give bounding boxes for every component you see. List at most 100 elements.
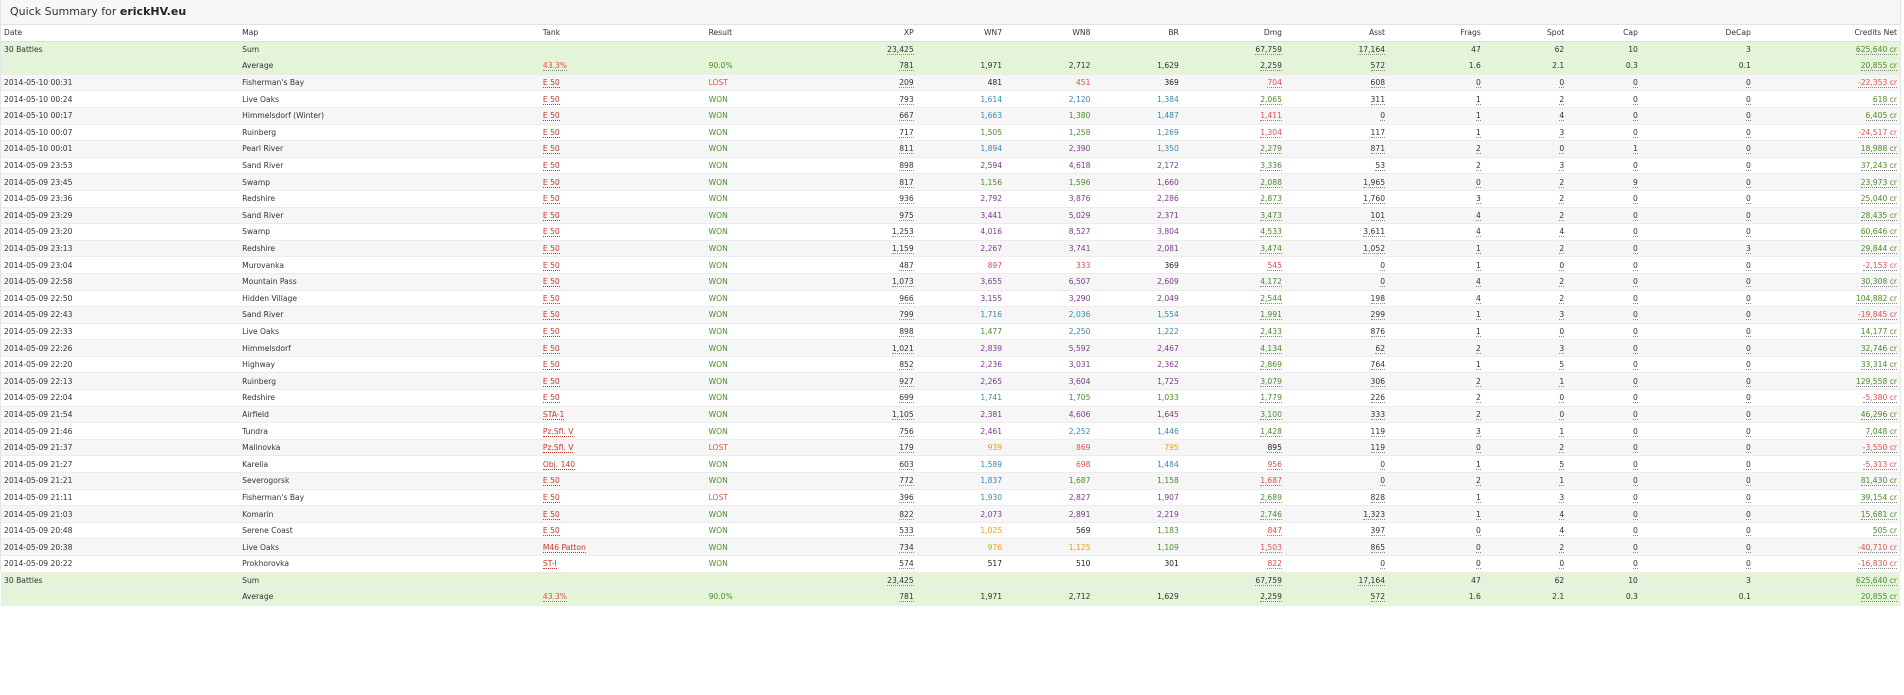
tank-value[interactable]: ST-I xyxy=(542,559,557,570)
player-name[interactable]: erickHV.eu xyxy=(120,5,186,18)
credits-value: 32,746 cr xyxy=(1860,343,1897,354)
column-header-dmg[interactable]: Dmg xyxy=(1181,25,1285,42)
tank-value[interactable]: E 50 xyxy=(542,177,560,188)
table-row[interactable]: 2014-05-09 23:13 Redshire E 50 WON 1,159 2,26… xyxy=(1,240,1900,258)
cell-xp: 852 xyxy=(816,356,917,374)
column-header-credits[interactable]: Credits Net xyxy=(1753,25,1900,42)
wn7-value: 1,741 xyxy=(980,393,1003,403)
column-header-map[interactable]: Map xyxy=(239,25,540,42)
table-row[interactable]: 2014-05-09 20:22 Prokhorovka ST-I WON 574 517… xyxy=(1,555,1900,573)
tank-value[interactable]: E 50 xyxy=(542,161,560,172)
tank-value[interactable]: E 50 xyxy=(542,326,560,337)
tank-value[interactable]: E 50 xyxy=(542,526,560,537)
cell-cap: 0 xyxy=(1567,389,1641,407)
tank-value[interactable]: E 50 xyxy=(542,393,560,404)
table-row[interactable]: 2014-05-09 23:53 Sand River E 50 WON 898 2,59… xyxy=(1,157,1900,175)
column-header-decap[interactable]: DeCap xyxy=(1640,25,1754,42)
tank-value[interactable]: E 50 xyxy=(542,310,560,321)
tank-value[interactable]: M46 Patton xyxy=(542,542,586,553)
table-row[interactable]: 2014-05-10 00:24 Live Oaks E 50 WON 793 1,614… xyxy=(1,90,1900,108)
tank-value[interactable]: E 50 xyxy=(542,144,560,155)
table-row[interactable]: 2014-05-09 21:21 Severogorsk E 50 WON 772 1,8… xyxy=(1,472,1900,490)
tank-value[interactable]: E 50 xyxy=(542,227,560,238)
column-header-frags[interactable]: Frags xyxy=(1388,25,1484,42)
tank-value[interactable]: Obj. 140 xyxy=(542,459,576,470)
result-value: WON xyxy=(708,426,728,436)
table-row[interactable]: 2014-05-10 00:01 Pearl River E 50 WON 811 1,8… xyxy=(1,140,1900,158)
cell-wn8: 1,687 xyxy=(1005,472,1094,490)
table-row[interactable]: 2014-05-09 21:54 Airfield STA-1 WON 1,105 2,3… xyxy=(1,406,1900,424)
map-value: Serene Coast xyxy=(242,526,293,536)
table-row[interactable]: 2014-05-09 22:50 Hidden Village E 50 WON 966… xyxy=(1,290,1900,308)
column-header-date[interactable]: Date xyxy=(1,25,240,42)
table-row[interactable]: 2014-05-10 00:31 Fisherman's Bay E 50 LOST 2… xyxy=(1,74,1900,92)
column-header-br[interactable]: BR xyxy=(1093,25,1182,42)
decap-value: 0 xyxy=(1745,526,1751,537)
table-row[interactable]: 2014-05-09 22:20 Highway E 50 WON 852 2,236 3,… xyxy=(1,356,1900,374)
credits-value: 20,855 cr xyxy=(1860,592,1897,603)
tank-value[interactable]: E 50 xyxy=(542,343,560,354)
cell-asst: 306 xyxy=(1284,372,1389,391)
cell-map: Ruinberg xyxy=(239,124,540,142)
table-row[interactable]: 2014-05-09 21:03 Komarin E 50 WON 822 2,073 2,… xyxy=(1,505,1900,523)
table-row[interactable]: 2014-05-09 23:20 Swamp E 50 WON 1,253 4,016 8,… xyxy=(1,223,1900,241)
table-row[interactable]: 2014-05-09 22:13 Ruinberg E 50 WON 927 2,265 3… xyxy=(1,372,1900,391)
tank-value[interactable]: E 50 xyxy=(542,127,560,138)
tank-value[interactable]: Pz.Sfl. V xyxy=(542,426,574,437)
tank-value[interactable]: E 50 xyxy=(542,492,560,503)
table-row[interactable]: 2014-05-09 23:45 Swamp E 50 WON 817 1,156 1,59… xyxy=(1,173,1900,191)
table-row[interactable]: 2014-05-09 23:36 Redshire E 50 WON 936 2,792 3… xyxy=(1,190,1900,208)
tank-value[interactable]: E 50 xyxy=(542,94,560,105)
tank-value[interactable]: E 50 xyxy=(542,476,560,487)
column-header-cap[interactable]: Cap xyxy=(1567,25,1641,42)
tank-value[interactable]: E 50 xyxy=(542,260,560,271)
tank-value[interactable]: Pz.Sfl. V xyxy=(542,443,574,454)
cell-br xyxy=(1093,572,1182,590)
table-row[interactable]: 2014-05-09 21:37 Malinovka Pz.Sfl. V LOST 17… xyxy=(1,439,1900,457)
table-row[interactable]: 2014-05-09 22:43 Sand River E 50 WON 799 1,71… xyxy=(1,306,1900,324)
table-row[interactable]: 2014-05-09 23:29 Sand River E 50 WON 975 3,44… xyxy=(1,207,1900,225)
tank-value[interactable]: E 50 xyxy=(542,509,560,520)
column-header-tank[interactable]: Tank xyxy=(539,25,706,42)
table-row[interactable]: 2014-05-09 22:33 Live Oaks E 50 WON 898 1,477… xyxy=(1,323,1900,341)
cell-dmg: 3,473 xyxy=(1181,207,1285,225)
column-header-asst[interactable]: Asst xyxy=(1284,25,1389,42)
asst-value: 17,164 xyxy=(1358,44,1386,55)
cell-br: 1,484 xyxy=(1093,455,1182,474)
table-row[interactable]: 2014-05-09 21:11 Fisherman's Bay E 50 LOST 3… xyxy=(1,489,1900,507)
table-row[interactable]: 2014-05-09 21:27 Karelia Obj. 140 WON 603 1,5… xyxy=(1,455,1900,474)
spot-value: 3 xyxy=(1559,310,1565,321)
date-value: 30 Battles xyxy=(4,575,43,585)
tank-value[interactable]: E 50 xyxy=(542,210,560,221)
tank-value[interactable]: E 50 xyxy=(542,244,560,255)
table-row[interactable]: 2014-05-09 22:04 Redshire E 50 WON 699 1,741 1… xyxy=(1,389,1900,407)
table-row[interactable]: 2014-05-09 23:04 Murovanka E 50 WON 487 897 33… xyxy=(1,256,1900,274)
cell-asst: 608 xyxy=(1284,74,1389,92)
tank-value[interactable]: E 50 xyxy=(542,376,560,387)
table-row[interactable]: 2014-05-10 00:17 Himmelsdorf (Winter) E 50… xyxy=(1,107,1900,125)
column-header-spot[interactable]: Spot xyxy=(1483,25,1568,42)
column-header-xp[interactable]: XP xyxy=(816,25,917,42)
tank-value[interactable]: E 50 xyxy=(542,111,560,122)
column-header-result[interactable]: Result xyxy=(705,25,817,42)
wn7-value: 1,894 xyxy=(980,144,1003,154)
date-value: 2014-05-09 23:20 xyxy=(4,227,73,237)
table-row[interactable]: 2014-05-09 22:58 Mountain Pass E 50 WON 1,07… xyxy=(1,273,1900,291)
cell-map: Himmelsdorf (Winter) xyxy=(239,107,540,125)
table-row[interactable]: 2014-05-10 00:07 Ruinberg E 50 WON 717 1,505 1… xyxy=(1,124,1900,142)
tank-value[interactable]: E 50 xyxy=(542,194,560,205)
tank-value[interactable]: E 50 xyxy=(542,277,560,288)
column-header-wn7[interactable]: WN7 xyxy=(916,25,1006,42)
column-header-wn8[interactable]: WN8 xyxy=(1005,25,1094,42)
table-row[interactable]: 2014-05-09 20:38 Live Oaks M46 Patton WON 73… xyxy=(1,538,1900,556)
table-row[interactable]: 2014-05-09 20:48 Serene Coast E 50 WON 533 1,… xyxy=(1,522,1900,540)
tank-value[interactable]: E 50 xyxy=(542,78,560,89)
tank-value[interactable]: STA-1 xyxy=(542,409,565,420)
table-row[interactable]: 2014-05-09 21:46 Tundra Pz.Sfl. V WON 756 2,4… xyxy=(1,422,1900,440)
tank-value[interactable]: E 50 xyxy=(542,293,560,304)
tank-value[interactable]: E 50 xyxy=(542,360,560,371)
cell-decap: 0 xyxy=(1640,306,1754,324)
cell-decap: 0.1 xyxy=(1640,588,1754,606)
table-row[interactable]: 2014-05-09 22:26 Himmelsdorf E 50 WON 1,021 2… xyxy=(1,339,1900,357)
credits-value: -24,517 cr xyxy=(1857,127,1897,138)
